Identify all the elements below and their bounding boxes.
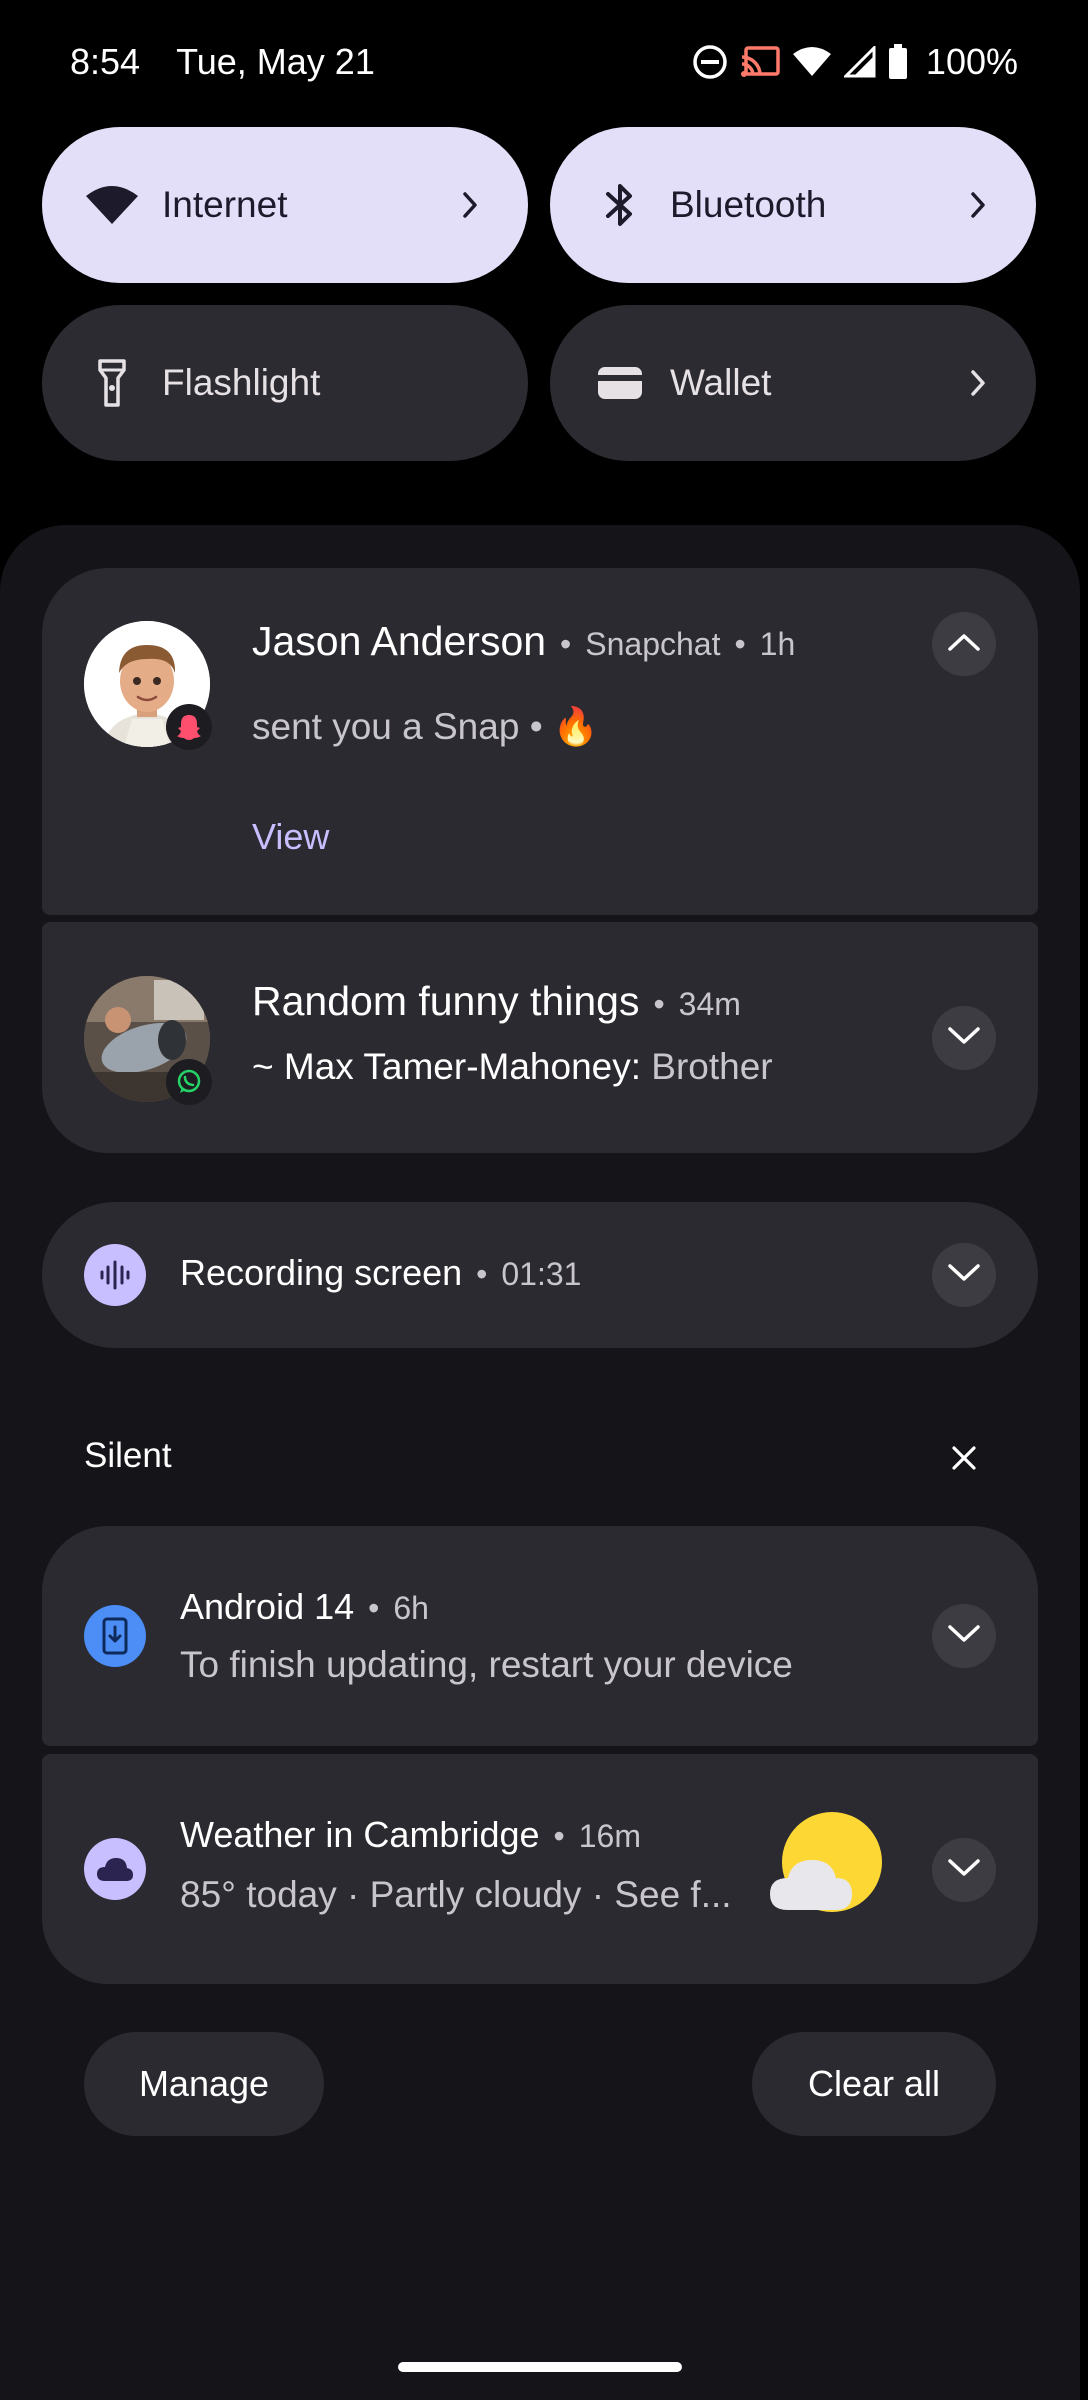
tile-internet-label: Internet	[162, 184, 288, 225]
clear-all-button[interactable]: Clear all	[752, 2032, 996, 2136]
group-name: Random funny things	[252, 978, 640, 1024]
meta-separator: •	[368, 1590, 380, 1626]
timestamp: 34m	[678, 986, 741, 1022]
partly-cloudy-icon	[768, 1812, 886, 1916]
chevron-down-icon	[947, 1858, 981, 1883]
whatsapp-badge	[166, 1059, 212, 1105]
meta-separator: •	[476, 1256, 488, 1292]
status-time: 8:54	[70, 41, 141, 82]
recording-icon	[84, 1244, 146, 1306]
chevron-down-icon	[947, 1624, 981, 1649]
notification-header: Random funny things • 34m	[252, 978, 741, 1025]
close-icon[interactable]	[946, 1440, 982, 1476]
sender-name: Jason Anderson	[252, 618, 547, 664]
notification-title: Weather in Cambridge	[180, 1814, 540, 1855]
notification-snapchat[interactable]: Jason Anderson • Snapchat • 1h sent you …	[42, 568, 1038, 915]
notification-message: To finish updating, restart your device	[180, 1644, 793, 1685]
chevron-down-icon	[947, 1263, 981, 1288]
tile-wallet-label: Wallet	[670, 362, 772, 403]
collapse-button[interactable]	[932, 612, 996, 676]
notification-header: Weather in Cambridge • 16m	[180, 1814, 641, 1856]
do-not-disturb-icon	[692, 44, 728, 80]
message-sender: ~ Max Tamer-Mahoney:	[252, 1046, 642, 1087]
meta-separator: •	[560, 626, 572, 662]
snapchat-badge	[166, 704, 212, 750]
battery-icon	[888, 44, 908, 80]
expand-button[interactable]	[932, 1243, 996, 1307]
status-icons: 100%	[692, 41, 1018, 83]
notification-recording[interactable]: Recording screen • 01:31	[42, 1202, 1038, 1348]
wallet-icon	[592, 355, 648, 411]
tile-internet[interactable]: Internet	[42, 127, 528, 283]
tile-bluetooth[interactable]: Bluetooth	[550, 127, 1036, 283]
cloud-icon	[84, 1838, 146, 1900]
notification-weather[interactable]: Weather in Cambridge • 16m 85° today · P…	[42, 1754, 1038, 1984]
notification-header: Recording screen • 01:31	[180, 1252, 581, 1294]
silent-section-header: Silent	[84, 1436, 172, 1475]
cast-icon	[740, 45, 780, 79]
notification-message: 85° today · Partly cloudy · See f...	[180, 1874, 732, 1915]
status-bar: 8:54 Tue, May 21 100%	[0, 0, 1088, 124]
chevron-right-icon	[960, 187, 996, 223]
meta-separator: •	[653, 986, 665, 1022]
notification-message: sent you a Snap • 🔥	[252, 706, 600, 747]
view-action-button[interactable]: View	[252, 816, 329, 858]
elapsed-time: 01:31	[501, 1256, 582, 1292]
notification-message: ~ Max Tamer-Mahoney: Brother	[252, 1046, 773, 1088]
chevron-right-icon	[960, 365, 996, 401]
tile-flashlight-label: Flashlight	[162, 362, 321, 403]
flashlight-icon	[84, 355, 140, 411]
battery-percentage: 100%	[925, 41, 1018, 82]
chevron-up-icon	[947, 632, 981, 657]
notification-title: Android 14	[180, 1586, 355, 1627]
cellular-signal-icon	[843, 46, 876, 78]
system-update-icon	[84, 1605, 146, 1667]
timestamp: 1h	[759, 626, 796, 662]
chevron-down-icon	[947, 1026, 981, 1051]
app-name: Snapchat	[585, 626, 721, 662]
bluetooth-icon	[592, 177, 648, 233]
manage-button[interactable]: Manage	[84, 2032, 324, 2136]
expand-button[interactable]	[932, 1006, 996, 1070]
notification-header: Jason Anderson • Snapchat • 1h	[252, 618, 795, 665]
wifi-icon	[84, 177, 140, 233]
message-text: Brother	[651, 1046, 773, 1087]
recording-title: Recording screen	[180, 1252, 463, 1293]
chevron-right-icon	[452, 187, 488, 223]
timestamp: 16m	[578, 1818, 641, 1854]
tile-flashlight[interactable]: Flashlight	[42, 305, 528, 461]
expand-button[interactable]	[932, 1838, 996, 1902]
notification-android-update[interactable]: Android 14 • 6h To finish updating, rest…	[42, 1526, 1038, 1746]
wifi-icon	[792, 46, 832, 78]
notification-whatsapp[interactable]: Random funny things • 34m ~ Max Tamer-Ma…	[42, 922, 1038, 1153]
meta-separator: •	[553, 1818, 565, 1854]
expand-button[interactable]	[932, 1604, 996, 1668]
timestamp: 6h	[393, 1590, 429, 1626]
tile-wallet[interactable]: Wallet	[550, 305, 1036, 461]
tile-bluetooth-label: Bluetooth	[670, 184, 827, 225]
home-gesture-bar[interactable]	[398, 2362, 682, 2372]
status-date: Tue, May 21	[176, 41, 375, 82]
meta-separator: •	[734, 626, 746, 662]
notification-header: Android 14 • 6h	[180, 1586, 429, 1628]
